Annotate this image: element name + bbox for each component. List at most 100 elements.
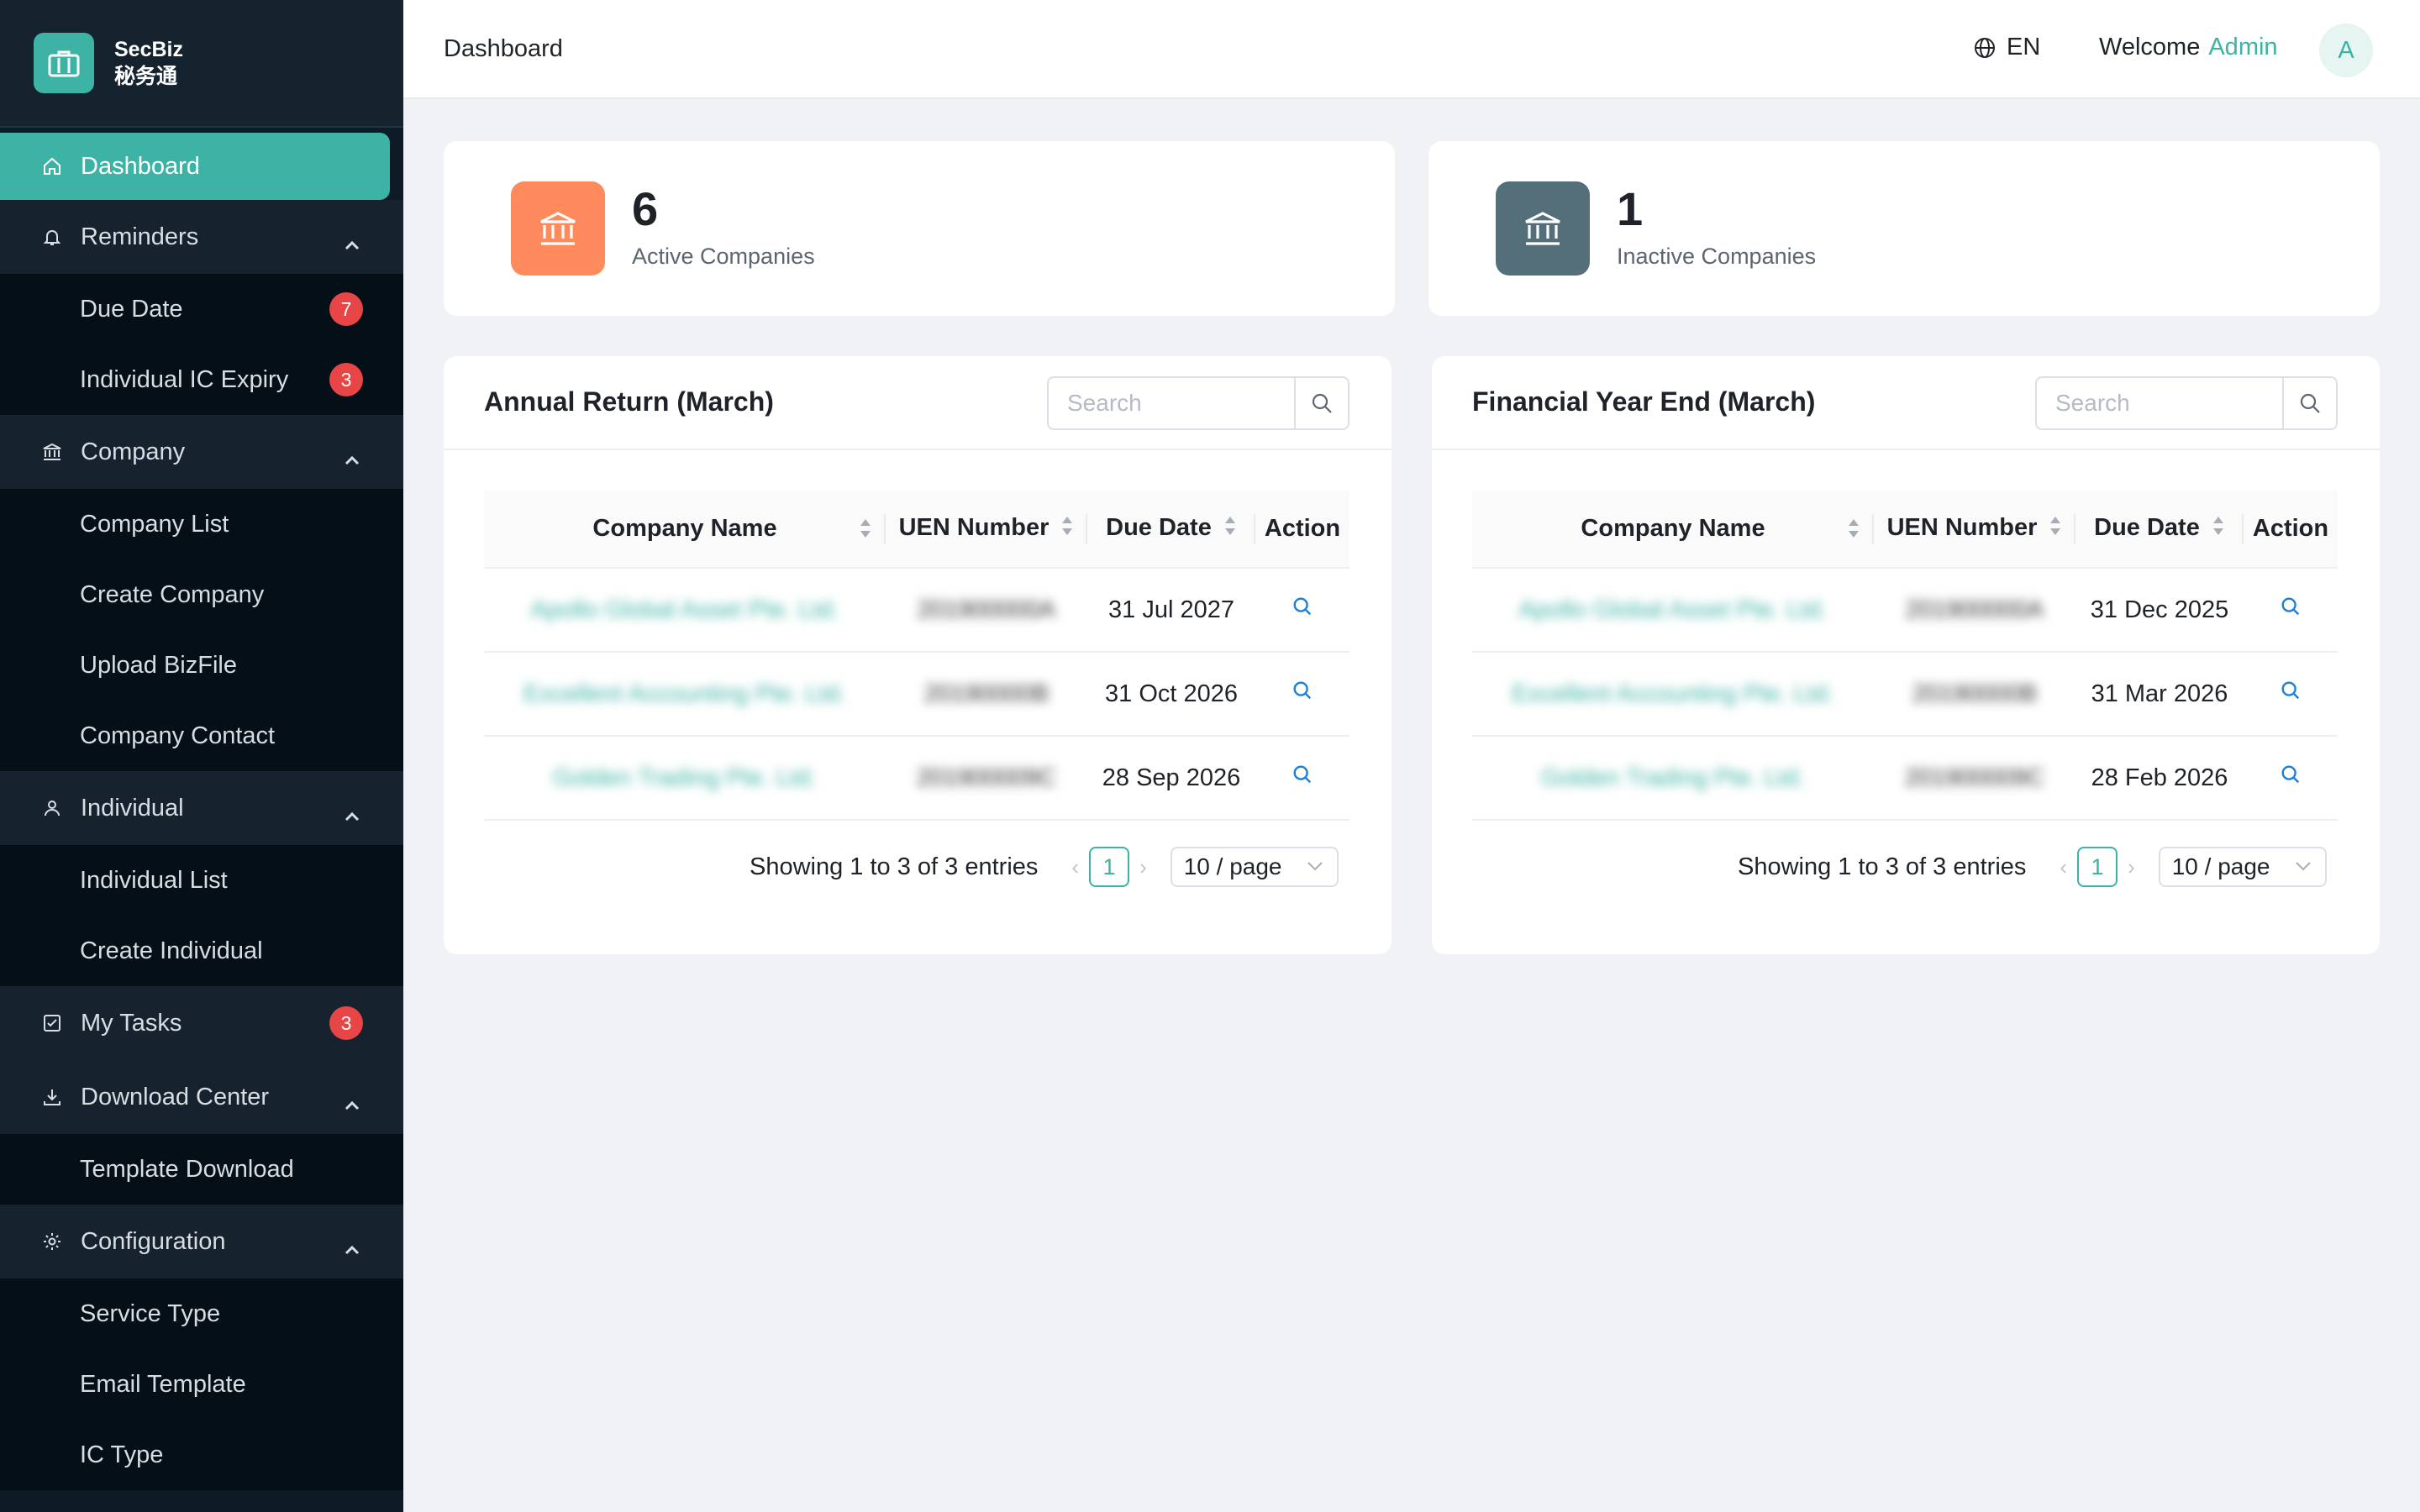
col-due-date[interactable]: Due Date — [2075, 491, 2244, 569]
company-name-link[interactable]: Apollo Global Asset Pte. Ltd. — [1472, 568, 1874, 653]
search-button[interactable] — [2282, 378, 2336, 428]
page-button[interactable]: 1 — [1089, 847, 1130, 887]
chevron-left-icon[interactable]: ‹ — [1071, 854, 1079, 880]
globe-icon — [1975, 37, 1995, 58]
sidebar-item-reminders[interactable]: Reminders — [0, 200, 403, 274]
sidebar-item-individual-list[interactable]: Individual List — [0, 845, 403, 916]
sidebar-item-company-list[interactable]: Company List — [0, 489, 403, 559]
sidebar-item-service-type[interactable]: Service Type — [0, 1278, 403, 1349]
sidebar-item-label: Company List — [80, 510, 229, 538]
sort-icon[interactable] — [1847, 517, 1860, 546]
due-date-cell: 31 Mar 2026 — [2075, 652, 2244, 737]
search-icon[interactable] — [1292, 596, 1313, 617]
col-company-name[interactable]: Company Name — [484, 491, 886, 569]
pagination: Showing 1 to 3 of 3 entries ‹ 1 › 10 / p… — [1738, 847, 2327, 887]
due-date-cell: 28 Feb 2026 — [2075, 736, 2244, 821]
table-header-row: Company Name UEN Number Due Date Action — [1472, 491, 2338, 569]
page-size-select[interactable]: 10 / page — [2158, 847, 2327, 887]
gear-icon — [40, 1230, 64, 1253]
sort-icon[interactable] — [2049, 515, 2062, 543]
sidebar-item-due-date[interactable]: Due Date 7 — [0, 274, 403, 344]
sidebar-item-individual[interactable]: Individual — [0, 771, 403, 845]
col-uen-number[interactable]: UEN Number — [886, 491, 1087, 569]
company-name-link[interactable]: Golden Trading Pte. Ltd. — [1472, 736, 1874, 821]
col-due-date[interactable]: Due Date — [1087, 491, 1255, 569]
sidebar-item-template-download[interactable]: Template Download — [0, 1134, 403, 1205]
bank-icon — [511, 181, 605, 276]
count-badge: 3 — [329, 363, 363, 396]
sidebar-item-configuration[interactable]: Configuration — [0, 1205, 403, 1278]
column-label: Company Name — [1581, 515, 1765, 542]
chevron-up-icon — [345, 230, 360, 258]
column-label: Action — [1264, 515, 1341, 542]
search-icon[interactable] — [2280, 596, 2302, 617]
user-name[interactable]: Admin — [2208, 34, 2277, 60]
sort-icon[interactable] — [2212, 515, 2225, 543]
search-icon[interactable] — [1292, 764, 1313, 785]
action-cell — [2244, 568, 2338, 653]
due-date-cell: 31 Oct 2026 — [1087, 652, 1255, 737]
chevron-down-icon — [1307, 862, 1323, 871]
table-header-row: Company Name UEN Number Due Date Action — [484, 491, 1349, 569]
inactive-companies-card[interactable]: 1 Inactive Companies — [1428, 141, 2380, 316]
sidebar-item-create-individual[interactable]: Create Individual — [0, 916, 403, 986]
inactive-companies-label: Inactive Companies — [1617, 244, 1817, 269]
col-action: Action — [1255, 491, 1349, 569]
chevron-left-icon[interactable]: ‹ — [2060, 854, 2067, 880]
card-title: Annual Return (March) — [484, 386, 774, 417]
avatar[interactable]: A — [2319, 24, 2373, 77]
brand-subtitle: 秘务通 — [114, 65, 178, 88]
sidebar-item-email-template[interactable]: Email Template — [0, 1349, 403, 1420]
search-input[interactable] — [1049, 378, 1294, 428]
page-size-label: 10 / page — [2171, 853, 2270, 879]
sidebar-item-upload-bizfile[interactable]: Upload BizFile — [0, 630, 403, 701]
sort-icon[interactable] — [1223, 515, 1237, 543]
active-companies-card[interactable]: 6 Active Companies — [444, 141, 1395, 316]
sidebar-item-download-center[interactable]: Download Center — [0, 1060, 403, 1134]
due-date-cell: 31 Jul 2027 — [1087, 568, 1255, 653]
page-size-select[interactable]: 10 / page — [1170, 847, 1339, 887]
table-row: Golden Trading Pte. Ltd. 201900009C 28 F… — [1472, 736, 2338, 821]
checkbox-icon — [40, 1011, 64, 1035]
sort-icon[interactable] — [859, 517, 872, 546]
sidebar-item-create-company[interactable]: Create Company — [0, 559, 403, 630]
company-name-link[interactable]: Excellent Accounting Pte. Ltd. — [484, 652, 886, 737]
column-label: Due Date — [2094, 514, 2200, 542]
sidebar-item-ic-type[interactable]: IC Type — [0, 1420, 403, 1490]
active-companies-count: 6 — [632, 182, 659, 235]
chevron-right-icon[interactable]: › — [1139, 854, 1147, 880]
sidebar-item-dashboard[interactable]: Dashboard — [0, 133, 390, 200]
bank-icon — [40, 440, 64, 464]
sidebar-item-company-contact[interactable]: Company Contact — [0, 701, 403, 771]
company-name-link[interactable]: Excellent Accounting Pte. Ltd. — [1472, 652, 1874, 737]
action-cell — [1255, 652, 1349, 737]
search-input[interactable] — [2037, 378, 2282, 428]
sidebar-item-label: Company Contact — [80, 722, 276, 749]
col-uen-number[interactable]: UEN Number — [1874, 491, 2075, 569]
chevron-right-icon[interactable]: › — [2128, 854, 2135, 880]
sidebar-item-my-tasks[interactable]: My Tasks 3 — [0, 986, 403, 1060]
search-icon[interactable] — [1292, 680, 1313, 701]
language-switcher[interactable]: EN — [1973, 34, 2040, 61]
search-icon[interactable] — [2280, 764, 2302, 785]
language-label: EN — [2007, 34, 2041, 60]
card-title: Financial Year End (March) — [1472, 386, 1816, 417]
company-name-link[interactable]: Golden Trading Pte. Ltd. — [484, 736, 886, 821]
sidebar-item-ic-expiry[interactable]: Individual IC Expiry 3 — [0, 344, 403, 415]
top-header: Dashboard EN Welcome Admin A — [403, 0, 2420, 99]
sidebar-item-company[interactable]: Company — [0, 415, 403, 489]
page-button[interactable]: 1 — [2077, 847, 2118, 887]
download-icon — [40, 1085, 64, 1109]
sidebar-item-label: Due Date — [80, 295, 183, 323]
sort-icon[interactable] — [1060, 515, 1074, 543]
col-company-name[interactable]: Company Name — [1472, 491, 1874, 569]
search-icon[interactable] — [2280, 680, 2302, 701]
sidebar-item-label: Create Individual — [80, 937, 263, 964]
company-name-link[interactable]: Apollo Global Asset Pte. Ltd. — [484, 568, 886, 653]
search-button[interactable] — [1294, 378, 1348, 428]
brand[interactable]: SecBiz 秘务通 — [0, 0, 403, 128]
active-companies-label: Active Companies — [632, 244, 815, 269]
due-date-cell: 31 Dec 2025 — [2075, 568, 2244, 653]
table-row: Golden Trading Pte. Ltd. 201900009C 28 S… — [484, 736, 1349, 821]
financial-year-end-card: Financial Year End (March) Company Name … — [1432, 356, 2380, 954]
